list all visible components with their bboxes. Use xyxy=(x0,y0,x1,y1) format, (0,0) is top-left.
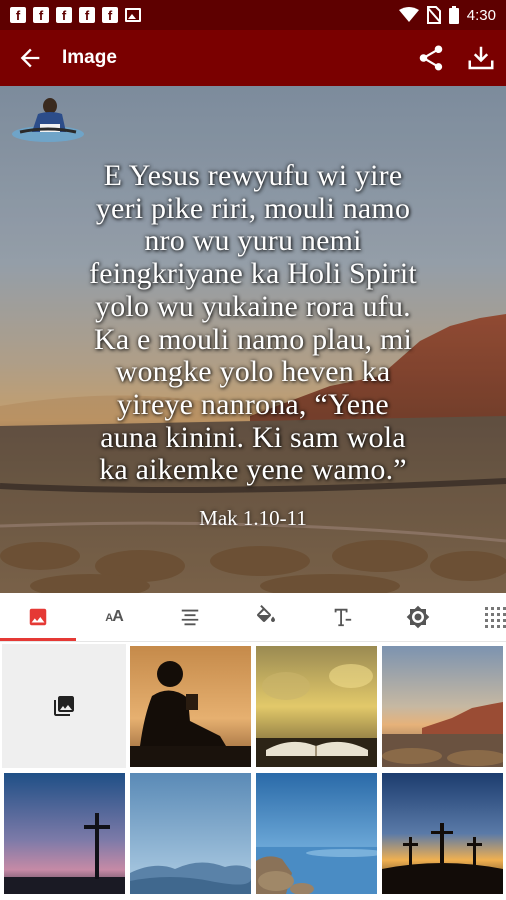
image-icon xyxy=(125,8,141,22)
background-thumbnail[interactable] xyxy=(382,646,503,767)
back-button[interactable] xyxy=(16,44,44,72)
grid-dots-icon xyxy=(485,607,506,628)
share-icon xyxy=(419,45,443,71)
tab-font-size[interactable]: AA xyxy=(76,593,152,641)
rocky-lake-shore-image xyxy=(256,773,377,894)
misty-blue-mountains-image xyxy=(130,773,251,894)
background-thumbnail[interactable] xyxy=(256,773,377,894)
desert-mountain-sunset-image xyxy=(382,646,503,767)
facebook-icon: f xyxy=(33,7,49,23)
cross-at-dusk-image xyxy=(4,773,125,894)
paint-bucket-icon xyxy=(256,605,275,622)
share-button[interactable] xyxy=(416,43,446,73)
verse-line: yolo wu yukaine rora ufu. xyxy=(95,289,411,323)
image-icon xyxy=(29,608,47,626)
background-image-grid xyxy=(0,642,506,900)
battery-icon xyxy=(448,6,459,24)
verse-line: yireye nanrona, “Yene xyxy=(117,387,389,421)
background-thumbnail[interactable] xyxy=(130,773,251,894)
facebook-icon: f xyxy=(56,7,72,23)
page-title: Image xyxy=(62,47,117,68)
open-book-by-water-image xyxy=(256,646,377,767)
verse-line: yeri pike riri, mouli namo xyxy=(95,191,411,225)
verse-reference: Mak 1.10-11 xyxy=(199,506,307,530)
background-thumbnail[interactable] xyxy=(256,646,377,767)
verse-line: auna kinini. Ki sam wola xyxy=(100,420,406,454)
verse-line: E Yesus rewyufu wi yire xyxy=(103,159,403,192)
background-thumbnail[interactable] xyxy=(130,646,251,767)
facebook-icon: f xyxy=(102,7,118,23)
font-size-icon: AA xyxy=(105,608,123,625)
tab-texture[interactable] xyxy=(456,593,506,641)
no-sim-icon xyxy=(426,6,441,24)
verse-line: wongke yolo heven ka xyxy=(115,355,391,389)
verse-line: ka aikemke yene wamo.” xyxy=(99,453,407,487)
clock: 4:30 xyxy=(466,6,496,24)
wifi-icon xyxy=(398,7,419,22)
text-format-icon xyxy=(334,608,352,627)
tab-background-image[interactable] xyxy=(0,593,76,641)
download-button[interactable] xyxy=(466,43,496,73)
download-icon xyxy=(468,46,494,70)
bible-reader-logo xyxy=(12,98,84,142)
tab-alignment[interactable] xyxy=(152,593,228,641)
brightness-icon xyxy=(406,605,430,629)
tab-font-style[interactable] xyxy=(304,593,380,641)
facebook-icon: f xyxy=(10,7,26,23)
notification-icons: f f f f f xyxy=(10,7,141,23)
facebook-icon: f xyxy=(79,7,95,23)
verse-image-preview[interactable]: E Yesus rewyufu wi yire yeri pike riri, … xyxy=(0,86,506,593)
photo-library-icon xyxy=(54,696,74,716)
system-icons: 4:30 xyxy=(398,6,496,24)
align-center-icon xyxy=(181,609,199,626)
child-reading-silhouette-image xyxy=(130,646,251,767)
verse-line: Ka e mouli namo plau, mi xyxy=(93,322,413,356)
app-bar: Image xyxy=(0,30,506,86)
background-thumbnail[interactable] xyxy=(382,773,503,894)
three-crosses-sunset-image xyxy=(382,773,503,894)
arrow-back-icon xyxy=(20,48,40,68)
tab-text-color[interactable] xyxy=(228,593,304,641)
verse-line: feingkriyane ka Holi Spirit xyxy=(89,257,417,291)
selected-tab-indicator xyxy=(0,638,76,641)
verse-line: nro wu yuru nemi xyxy=(144,224,362,258)
status-bar: f f f f f 4:30 xyxy=(0,0,506,30)
editor-tab-bar: AA xyxy=(0,593,506,642)
background-thumbnail[interactable] xyxy=(4,773,125,894)
gallery-picker-button[interactable] xyxy=(2,644,126,768)
verse-text: E Yesus rewyufu wi yire yeri pike riri, … xyxy=(20,159,486,487)
tab-brightness[interactable] xyxy=(380,593,456,641)
